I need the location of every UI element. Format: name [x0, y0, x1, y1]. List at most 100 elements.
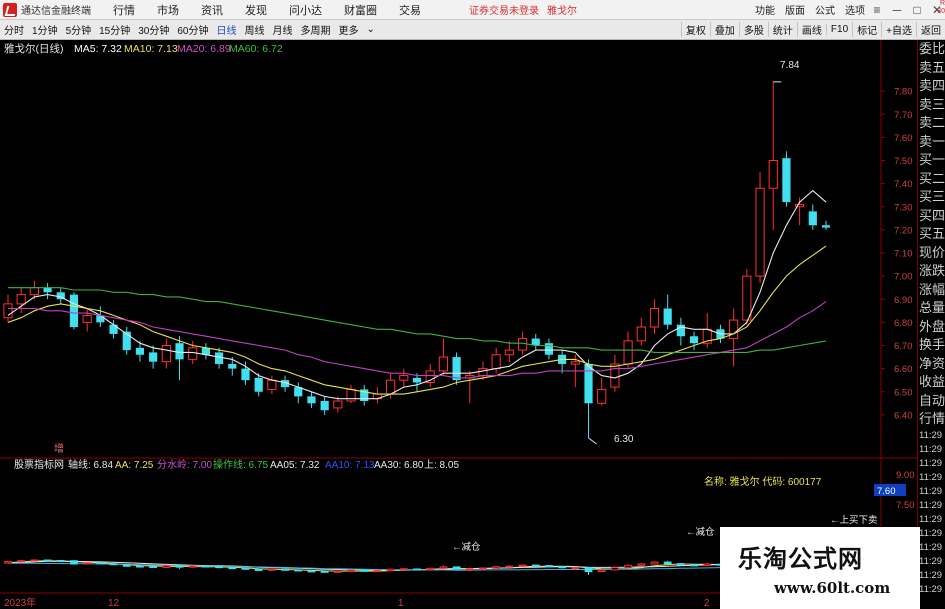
period-daily[interactable]: 日线 [213, 22, 241, 37]
menu-news[interactable]: 资讯 [201, 2, 223, 18]
menu-trade[interactable]: 交易 [399, 2, 421, 18]
watermark: 乐淘公式网 www.60lt.com [720, 527, 920, 609]
right-panel-item[interactable]: 买四 [918, 207, 945, 226]
period-monthly[interactable]: 月线 [269, 22, 297, 37]
period-60min[interactable]: 60分钟 [173, 22, 212, 37]
period-toolbar: 分时 1分钟 5分钟 15分钟 30分钟 60分钟 日线 周线 月线 多周期 更… [0, 20, 945, 40]
login-status[interactable]: 证券交易未登录 [469, 2, 539, 17]
right-panel-item[interactable]: 外盘 [918, 318, 945, 337]
right-panel-time: 11:29 [919, 541, 943, 553]
period-15min[interactable]: 15分钟 [95, 22, 134, 37]
right-panel-time: 11:29 [919, 429, 943, 441]
candle-body [452, 357, 461, 381]
indicator-value-aa05: AA05: 7.32 [270, 460, 320, 471]
candle-body [782, 158, 791, 203]
formula-menu[interactable]: 公式 [815, 2, 835, 17]
right-panel-time: 11:29 [919, 471, 943, 483]
menu-quotes[interactable]: 行情 [113, 2, 135, 18]
kline-chart[interactable]: 7.807.707.607.507.407.307.207.107.006.90… [0, 40, 917, 609]
indicator-candle-body [399, 568, 408, 571]
options-menu[interactable]: 选项 [845, 2, 865, 17]
hamburger-icon[interactable]: ≡ [869, 3, 885, 17]
ytick-label: 7.60 [894, 133, 913, 144]
layout-menu[interactable]: 版面 [785, 2, 805, 17]
candle-body [689, 336, 699, 344]
candle-body [29, 287, 39, 296]
right-panel-item[interactable]: 卖五 [918, 59, 945, 78]
function-menu[interactable]: 功能 [755, 2, 775, 17]
tool-statistics[interactable]: 统计 [767, 22, 797, 37]
ytick-label: 6.40 [894, 410, 913, 421]
tool-add-watchlist[interactable]: +自选 [881, 22, 916, 37]
tool-draw[interactable]: 画线 [796, 22, 826, 37]
period-intraday[interactable]: 分时 [0, 22, 28, 37]
indicator-candle-body [122, 563, 131, 567]
period-more[interactable]: 更多 [335, 22, 363, 37]
tool-f10[interactable]: F10 [825, 24, 852, 35]
right-panel-item[interactable]: 卖三 [918, 96, 945, 115]
candle-body [821, 225, 831, 228]
tool-overlay[interactable]: 叠加 [709, 22, 739, 37]
ytick-label: 6.80 [894, 318, 913, 329]
right-panel-item[interactable]: 总量 [918, 299, 945, 318]
indicator-candle-body [439, 566, 448, 569]
right-panel-item[interactable]: 买一 [918, 151, 945, 170]
candle-body [729, 319, 739, 340]
right-panel-item[interactable]: 买三 [918, 188, 945, 207]
right-panel-item[interactable]: 自动 [918, 392, 945, 411]
high-price-label: 7.84 [780, 60, 800, 71]
right-panel-item[interactable]: 卖二 [918, 114, 945, 133]
watermark-title: 乐淘公式网 [738, 545, 863, 573]
indicator-candle-body [201, 565, 210, 568]
tool-adjust[interactable]: 复权 [680, 22, 710, 37]
period-multi[interactable]: 多周期 [297, 22, 335, 37]
right-panel-item[interactable]: 净资 [918, 355, 945, 374]
right-panel-item[interactable]: 卖四 [918, 77, 945, 96]
candle-body [491, 354, 501, 370]
right-panel-item[interactable]: 买二 [918, 170, 945, 189]
indicator-candle-body [413, 568, 421, 571]
right-panel-item[interactable]: 涨幅 [918, 281, 945, 300]
candle-body [517, 338, 528, 351]
menu-discover[interactable]: 发现 [245, 2, 267, 18]
period-5min[interactable]: 5分钟 [62, 22, 96, 37]
menu-wealth-circle[interactable]: 财富圈 [344, 2, 377, 18]
menu-ask-xiaoda[interactable]: 问小达 [289, 2, 322, 18]
right-panel-item[interactable]: 现价 [918, 244, 945, 263]
period-30min[interactable]: 30分钟 [134, 22, 173, 37]
indicator-candle-body [505, 565, 514, 568]
ma60-label: MA60: 6.72 [229, 43, 283, 55]
right-info-panel[interactable]: 委比 卖五 卖四 卖三 卖二 卖一 买一 买二 买三 买四 买五 现价 涨跌 涨幅 总量 外盘 换手 净资 收益 自动… [917, 40, 945, 609]
tool-mark[interactable]: 标记 [852, 22, 881, 37]
indicator-candle-body [254, 568, 263, 571]
ytick-label: 7.40 [894, 179, 913, 190]
right-panel-item[interactable]: 委比 [918, 40, 945, 59]
period-weekly[interactable]: 周线 [241, 22, 269, 37]
candle-body [504, 349, 514, 356]
candle-body [149, 352, 158, 362]
right-panel-item[interactable]: 涨跌 [918, 262, 945, 281]
right-panel-time: 11:29 [919, 555, 943, 567]
tool-back[interactable]: 返回 [916, 22, 945, 37]
sub-ytick-mid: 7.50 [896, 500, 915, 511]
ytick-label: 7.20 [894, 225, 913, 236]
minimize-icon[interactable]: ─ [889, 3, 905, 17]
indicator-candle-body [241, 567, 250, 570]
right-panel-item[interactable]: 买五 [918, 225, 945, 244]
tool-multi-stock[interactable]: 多股 [738, 22, 768, 37]
candle-body [808, 211, 817, 226]
indicator-candle-body [136, 565, 144, 568]
right-panel-item[interactable]: 行情 [918, 410, 945, 429]
right-panel-item[interactable]: 换手 [918, 336, 945, 355]
menu-market[interactable]: 市场 [157, 2, 179, 18]
right-panel-item[interactable]: 卖一 [918, 133, 945, 152]
indicator-candle-body [215, 565, 224, 569]
stock-period-label: 雅戈尔(日线) [4, 42, 64, 55]
xaxis-label-jan: 1 [398, 598, 404, 609]
candle-body [82, 314, 92, 323]
chevron-down-icon[interactable]: ⌄ [363, 24, 379, 35]
indicator-value-aa10: AA10: 7.13 [325, 460, 375, 471]
right-panel-item[interactable]: 收益 [918, 373, 945, 392]
period-1min[interactable]: 1分钟 [28, 22, 62, 37]
indicator-candle-body [43, 559, 52, 562]
